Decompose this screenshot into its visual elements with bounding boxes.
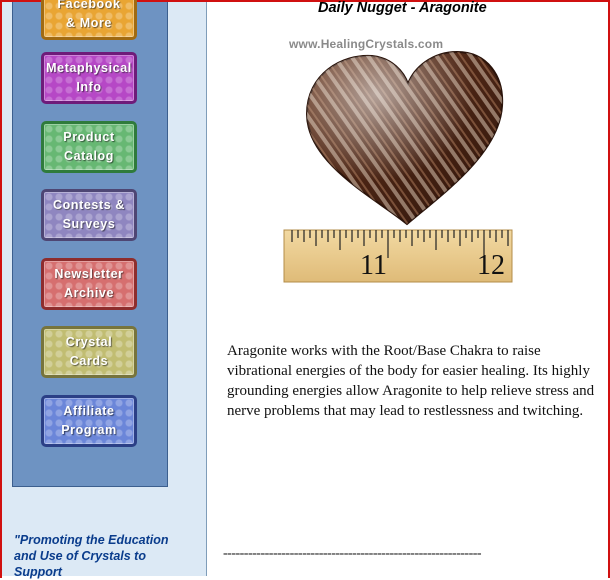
facebook-more-button[interactable]: Facebook & More xyxy=(41,0,137,40)
tagline-text: "Promoting the Education and Use of Crys… xyxy=(14,533,169,579)
ruler: 11 12 xyxy=(283,229,513,283)
image-watermark: www.HealingCrystals.com xyxy=(289,37,444,51)
ruler-label-12: 12 xyxy=(477,250,505,281)
heart-stone xyxy=(305,50,504,226)
section-divider: ----------------------------------------… xyxy=(223,546,482,561)
contests-surveys-button[interactable]: Contests & Surveys xyxy=(41,189,137,241)
affiliate-program-button[interactable]: Affiliate Program xyxy=(41,395,137,447)
nav-panel: Facebook & More Metaphysical Info Produc… xyxy=(12,0,168,487)
metaphysical-info-button[interactable]: Metaphysical Info xyxy=(41,52,137,104)
aragonite-heart-image: 11 12 xyxy=(283,50,513,283)
crystal-cards-button[interactable]: Crystal Cards xyxy=(41,326,137,378)
aragonite-description: Aragonite works with the Root/Base Chakr… xyxy=(227,343,595,419)
ruler-label-11: 11 xyxy=(360,250,387,281)
newsletter-archive-button[interactable]: Newsletter Archive xyxy=(41,258,137,310)
nugget-title: Daily Nugget - Aragonite xyxy=(318,0,487,16)
left-sidebar: Facebook & More Metaphysical Info Produc… xyxy=(2,0,207,579)
product-catalog-button[interactable]: Product Catalog xyxy=(41,121,137,173)
